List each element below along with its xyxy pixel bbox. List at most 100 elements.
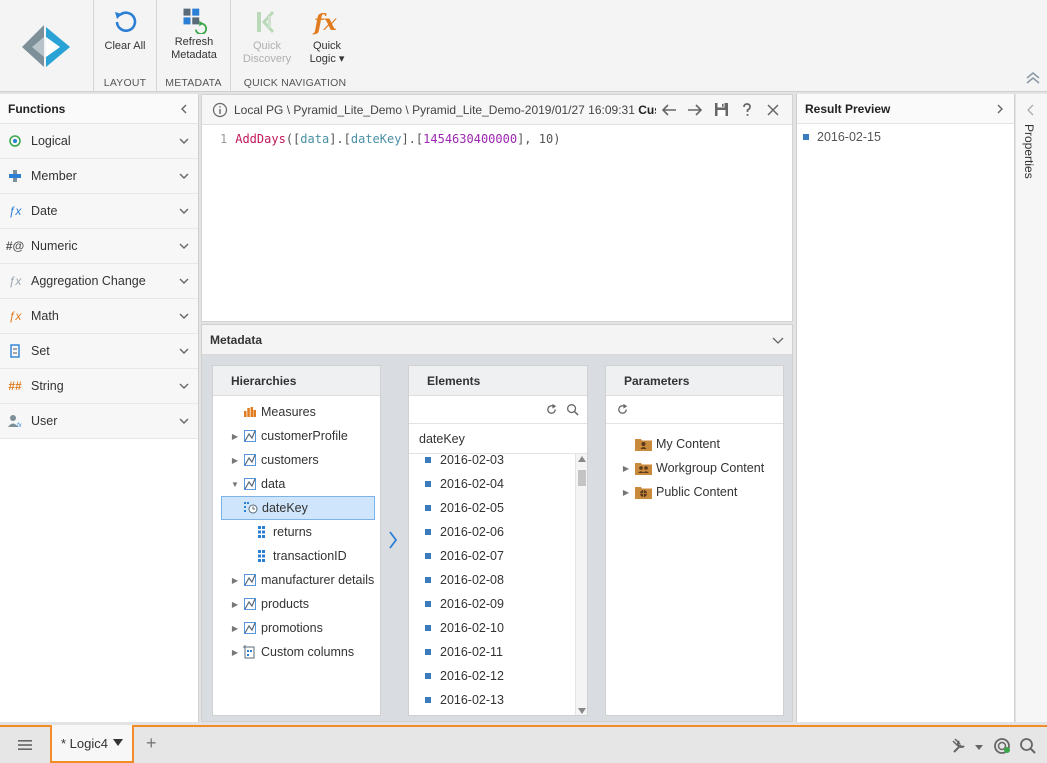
code-editor[interactable]: 1 AddDays([data].[dateKey].[1454630400000… [202,125,792,146]
user-folder-icon [634,437,652,451]
list-item[interactable]: 2016-02-03 [409,448,575,472]
scrollbar-thumb[interactable] [578,470,586,486]
tree-item-data[interactable]: ▼ data [213,472,380,496]
collapse-right-chevron-icon[interactable] [994,103,1006,115]
tree-item-products[interactable]: ▶ products [213,592,380,616]
list-item[interactable]: 2016-02-07 [409,544,575,568]
tree-item-promotions[interactable]: ▶ promotions [213,616,380,640]
list-item-label: 2016-02-07 [440,549,504,563]
tree-item-label: dateKey [262,501,308,515]
list-item[interactable]: 2016-02-13 [409,688,575,712]
metadata-title: Metadata [210,332,263,347]
editor-header: Local PG \ Pyramid_Lite_Demo \ Pyramid_L… [202,95,792,125]
list-item-label: 2016-02-09 [440,597,504,611]
expand-arrow-icon[interactable]: ▶ [229,456,241,465]
group-folder-icon [634,461,652,475]
collapse-arrow-icon[interactable]: ▼ [229,480,241,489]
caret-down-icon[interactable] [974,736,984,756]
refresh-icon[interactable] [545,403,558,416]
tree-item-datekey[interactable]: dateKey [221,496,375,520]
tree-item-customerprofile[interactable]: ▶ customerProfile [213,424,380,448]
tree-item-workgroup-content[interactable]: ▶ Workgroup Content [606,456,783,480]
list-item-label: 2016-02-13 [440,693,504,707]
quick-logic-button[interactable]: fx Quick Logic ▾ [297,4,357,72]
list-item[interactable]: 2016-02-05 [409,496,575,520]
properties-tab[interactable]: Properties [1022,124,1036,179]
list-item[interactable]: 2016-02-10 [409,616,575,640]
help-button[interactable] [734,98,760,122]
function-category-label: User [31,414,58,428]
save-button[interactable] [708,98,734,122]
clear-all-button[interactable]: Clear All [95,4,155,72]
chevron-down-icon[interactable] [772,334,784,346]
scroll-up-arrow-icon[interactable] [578,456,586,462]
notifications-icon[interactable] [992,736,1012,756]
function-category-set[interactable]: Set [0,334,198,369]
expand-arrow-icon[interactable]: ▶ [229,600,241,609]
hamburger-menu-icon[interactable] [16,737,34,753]
tree-item-returns[interactable]: returns [213,520,380,544]
refresh-icon[interactable] [616,403,629,416]
expand-arrow-icon[interactable]: ▶ [229,432,241,441]
expand-left-chevron-icon[interactable] [1026,104,1036,116]
collapse-left-chevron-icon[interactable] [178,103,190,115]
list-item-label: 2016-02-08 [440,573,504,587]
hierarchies-header: Hierarchies [213,366,380,396]
expand-arrow-icon[interactable]: ▶ [229,624,241,633]
expand-arrow-icon[interactable]: ▶ [229,648,241,657]
elements-scrollbar[interactable] [575,454,587,715]
tree-item-label: customerProfile [261,429,348,443]
function-category-math[interactable]: ƒx Math [0,299,198,334]
result-value: 2016-02-15 [817,130,881,144]
numeric-icon: #@ [5,239,25,253]
list-item[interactable]: 2016-02-06 [409,520,575,544]
function-category-logical[interactable]: Logical [0,124,198,159]
tree-item-transactionid[interactable]: transactionID [213,544,380,568]
function-category-user[interactable]: fx User [0,404,198,439]
caret-down-icon[interactable] [112,739,123,747]
list-item[interactable]: 2016-02-08 [409,568,575,592]
tree-item-my-content[interactable]: My Content [606,432,783,456]
tools-wrench-icon[interactable] [950,736,970,756]
expand-arrow-icon[interactable]: ▶ [620,488,632,497]
function-category-aggregation-change[interactable]: ƒx Aggregation Change [0,264,198,299]
add-tab-button[interactable]: + [146,733,157,754]
code-bracket: ].[ [329,132,351,146]
expand-arrow-icon[interactable]: ▶ [620,464,632,473]
chevron-down-icon [179,418,189,424]
tree-item-manufacturer-details[interactable]: ▶ manufacturer details [213,568,380,592]
quick-discovery-icon [257,10,275,34]
list-item[interactable]: 2016-02-12 [409,664,575,688]
close-icon [767,103,779,116]
forward-button[interactable] [682,98,708,122]
tree-item-custom-columns[interactable]: ▶ Custom columns [213,640,380,664]
info-icon[interactable] [212,102,228,118]
search-icon[interactable] [1018,736,1038,756]
scroll-down-arrow-icon[interactable] [578,708,586,714]
collapse-ribbon-icon[interactable] [1025,71,1041,85]
chevron-down-icon [179,138,189,144]
tree-item-customers[interactable]: ▶ customers [213,448,380,472]
close-button[interactable] [760,98,786,122]
quick-discovery-label-1: Quick [252,40,282,52]
list-item[interactable]: 2016-02-09 [409,592,575,616]
function-category-label: Logical [31,134,71,148]
function-category-date[interactable]: ƒx Date [0,194,198,229]
function-category-string[interactable]: ## String [0,369,198,404]
result-item: 2016-02-15 [797,124,1014,144]
add-to-formula-chevron-icon[interactable] [386,529,400,551]
list-item[interactable]: 2016-02-11 [409,640,575,664]
expand-arrow-icon[interactable]: ▶ [229,576,241,585]
function-category-numeric[interactable]: #@ Numeric [0,229,198,264]
list-item-label: 2016-02-12 [440,669,504,683]
back-button[interactable] [656,98,682,122]
tree-item-public-content[interactable]: ▶ Public Content [606,480,783,504]
quick-discovery-button[interactable]: Quick Discovery [237,4,297,72]
metadata-panel: Metadata Hierarchies Measures ▶ customer… [201,324,793,722]
tree-item-measures[interactable]: Measures [213,400,380,424]
list-item[interactable]: 2016-02-04 [409,472,575,496]
search-icon[interactable] [566,403,579,416]
function-category-member[interactable]: Member [0,159,198,194]
refresh-metadata-button[interactable]: Refresh Metadata [164,4,224,72]
tab-logic4[interactable]: * Logic4 [50,725,134,763]
